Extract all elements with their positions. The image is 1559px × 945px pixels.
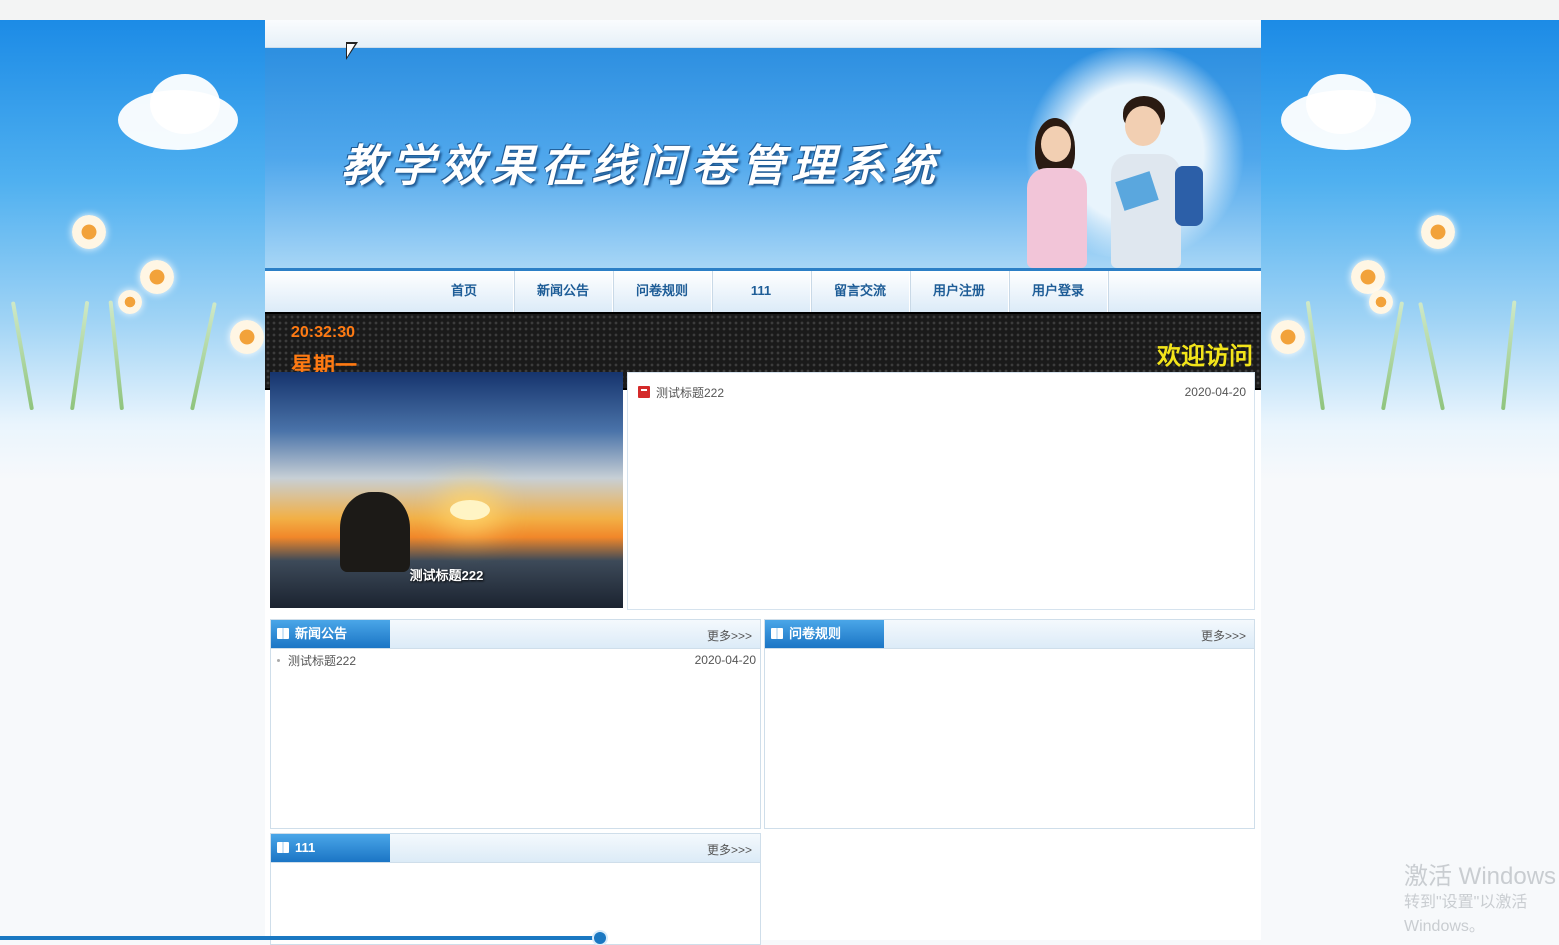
pdf-icon bbox=[638, 386, 650, 398]
header-banner: 教学效果在线问卷管理系统 bbox=[265, 48, 1261, 268]
nav-home[interactable]: 首页 bbox=[415, 271, 514, 312]
rules-more-link[interactable]: 更多>>> bbox=[1201, 627, 1246, 644]
sunset-decoration bbox=[450, 500, 490, 520]
nav-111[interactable]: 111 bbox=[712, 271, 811, 312]
left-background bbox=[0, 20, 265, 480]
image-slider[interactable]: 测试标题222 bbox=[270, 372, 623, 608]
news-more-link[interactable]: 更多>>> bbox=[707, 627, 752, 644]
nav-survey-rules[interactable]: 问卷规则 bbox=[613, 271, 712, 312]
student-girl-image bbox=[1023, 118, 1093, 268]
windows-activation-hint: 转到"设置"以激活 Windows。 bbox=[1404, 894, 1528, 935]
student-boy-image bbox=[1105, 96, 1205, 268]
right-background bbox=[1261, 20, 1559, 480]
nav-register[interactable]: 用户注册 bbox=[910, 271, 1009, 312]
nav-news[interactable]: 新闻公告 bbox=[514, 271, 613, 312]
headline-date: 2020-04-20 bbox=[1184, 385, 1246, 399]
top-bar bbox=[265, 20, 1261, 48]
main-nav: 首页 新闻公告 问卷规则 111 留言交流 用户注册 用户登录 bbox=[265, 268, 1261, 312]
headline-item[interactable]: 测试标题222 2020-04-20 bbox=[638, 383, 1246, 401]
news-item-date: 2020-04-20 bbox=[694, 653, 756, 667]
nav-message-board[interactable]: 留言交流 bbox=[811, 271, 910, 312]
video-progress-bar[interactable] bbox=[0, 932, 1559, 944]
list-item[interactable]: 测试标题222 2020-04-20 bbox=[271, 649, 760, 671]
bullet-icon bbox=[277, 658, 280, 662]
site-title: 教学效果在线问卷管理系统 bbox=[341, 141, 941, 192]
video-progress-knob[interactable] bbox=[594, 932, 607, 944]
browser-top-strip bbox=[0, 0, 1559, 20]
slider-caption[interactable]: 测试标题222 bbox=[270, 565, 623, 584]
headline-title[interactable]: 测试标题222 bbox=[656, 384, 724, 401]
news-item-title[interactable]: 测试标题222 bbox=[288, 652, 356, 669]
mouse-cursor-icon bbox=[346, 42, 358, 60]
p111-more-link[interactable]: 更多>>> bbox=[707, 841, 752, 858]
nav-login[interactable]: 用户登录 bbox=[1009, 271, 1108, 312]
video-progress-fill bbox=[0, 936, 601, 940]
windows-activation-watermark: 激活 Windows bbox=[1404, 863, 1557, 890]
silhouette-child-image bbox=[340, 492, 410, 572]
clock-time: 20:32:30 bbox=[291, 324, 356, 341]
welcome-marquee: 欢迎访问 bbox=[1157, 343, 1253, 370]
